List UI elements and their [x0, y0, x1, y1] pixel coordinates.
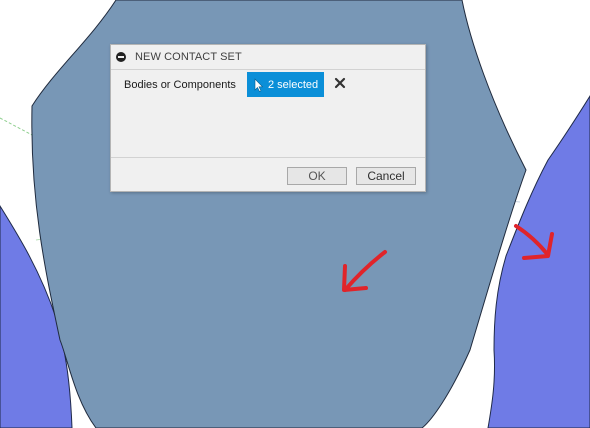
- close-x-icon[interactable]: [334, 77, 346, 89]
- dialog-footer: OK Cancel: [111, 157, 425, 191]
- ok-button[interactable]: OK: [287, 167, 347, 185]
- new-contact-set-dialog: NEW CONTACT SET Bodies or Components 2 s…: [110, 44, 426, 192]
- selection-count: 2 selected: [268, 78, 319, 91]
- construction-line: [0, 117, 35, 137]
- dialog-header: NEW CONTACT SET: [111, 45, 425, 70]
- selection-chip[interactable]: 2 selected: [247, 72, 324, 97]
- dialog-title: NEW CONTACT SET: [135, 51, 242, 63]
- cancel-button[interactable]: Cancel: [356, 167, 416, 185]
- bodies-or-components-label: Bodies or Components: [124, 79, 236, 91]
- minus-circle-icon[interactable]: [116, 52, 126, 62]
- cursor-arrow-icon: [254, 77, 263, 92]
